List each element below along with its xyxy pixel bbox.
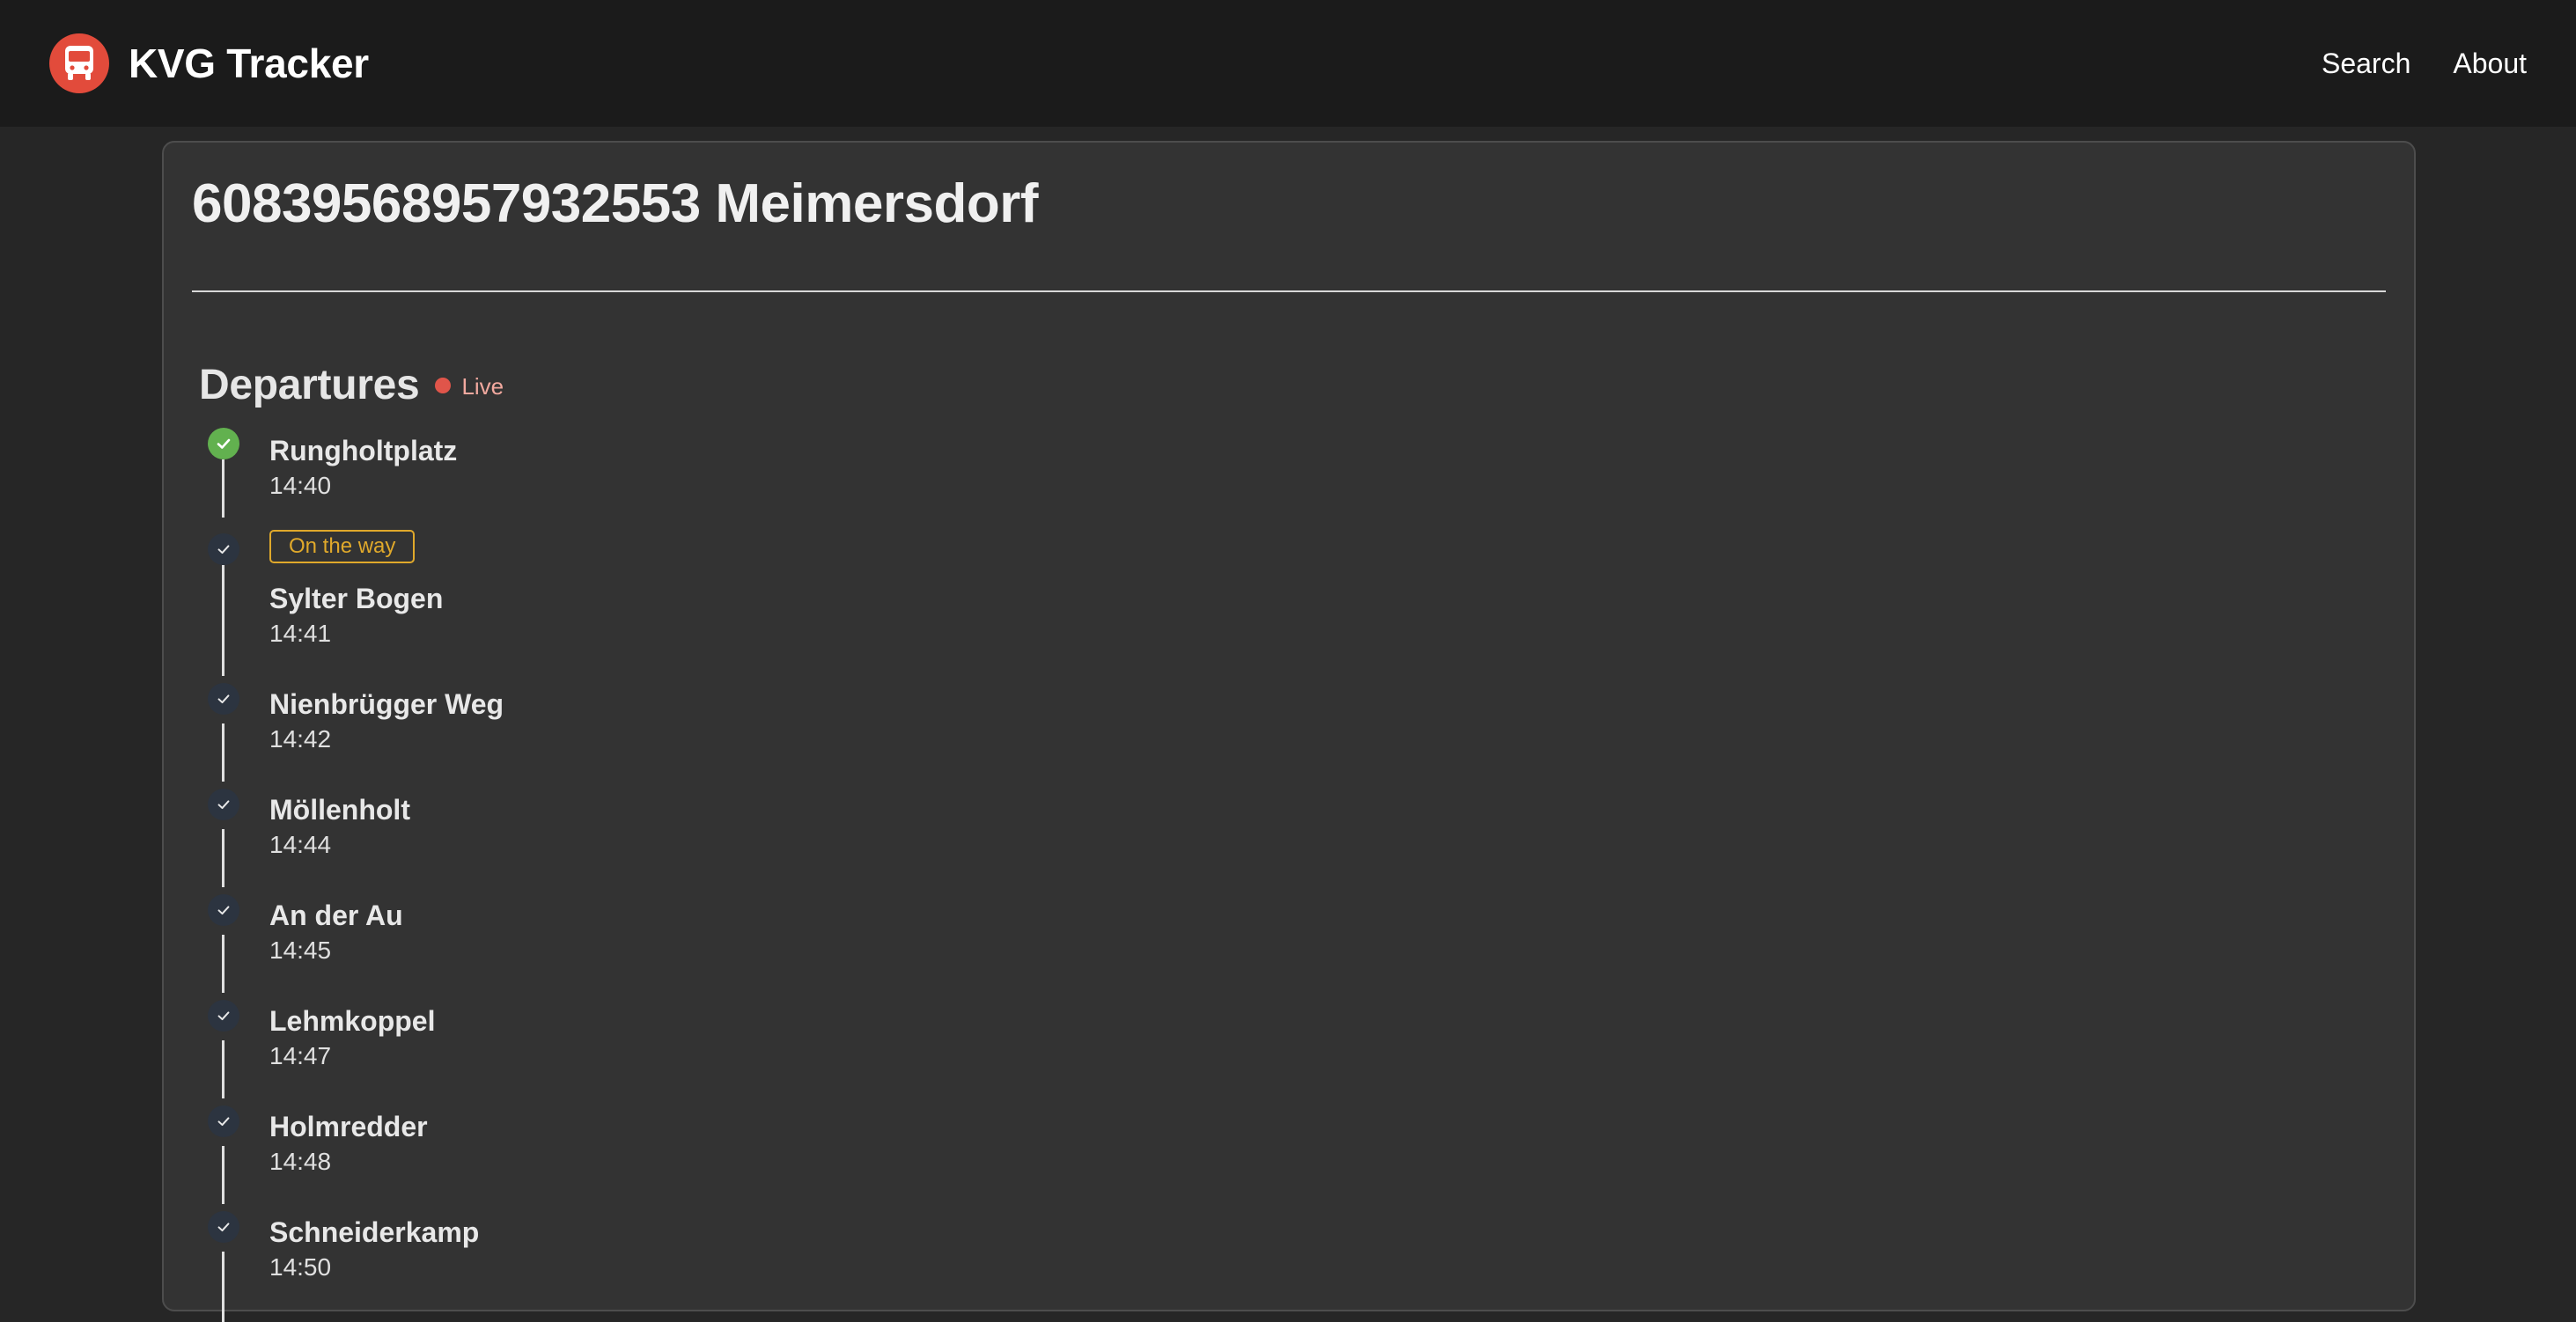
stop-time: 14:45 <box>269 936 332 964</box>
stop-name: Sylter Bogen <box>269 583 444 614</box>
departures-header: Departures Live <box>199 361 504 409</box>
stop-name: An der Au <box>269 900 403 931</box>
timeline-line <box>222 1146 224 1204</box>
nav-about-link[interactable]: About <box>2453 48 2527 80</box>
brand-title[interactable]: KVG Tracker <box>129 40 369 87</box>
stop-time: 14:40 <box>269 472 332 499</box>
departures-title: Departures <box>199 362 420 408</box>
nav-search-link[interactable]: Search <box>2322 48 2410 80</box>
top-navbar: KVG Tracker Search About <box>0 0 2576 127</box>
stop-name: Schneiderkamp <box>269 1216 480 1248</box>
live-label: Live <box>461 373 504 400</box>
timeline-line <box>222 829 224 887</box>
nav-links: Search About <box>2322 48 2527 80</box>
timeline-line <box>222 723 224 782</box>
stop-name: Holmredder <box>269 1111 428 1142</box>
timeline-line <box>222 1040 224 1098</box>
stop-name: Nienbrügger Weg <box>269 688 504 720</box>
check-icon <box>208 1211 239 1243</box>
on-the-way-badge: On the way <box>269 530 416 563</box>
bus-icon[interactable] <box>49 33 109 93</box>
stop-time: 14:41 <box>269 620 332 647</box>
page-title: 60839568957932553 Meimersdorf <box>192 173 1039 234</box>
stop-time: 14:44 <box>269 831 332 858</box>
check-circle-icon <box>208 428 239 459</box>
title-divider <box>192 290 2386 292</box>
stop-time: 14:47 <box>269 1042 332 1069</box>
stop-time: 14:48 <box>269 1148 332 1175</box>
timeline-line <box>222 935 224 993</box>
timeline-line <box>222 1252 224 1322</box>
check-icon <box>208 789 239 820</box>
check-icon <box>208 894 239 926</box>
stop-time: 14:50 <box>269 1253 332 1281</box>
stop-time: 14:42 <box>269 725 332 753</box>
stop-card: 60839568957932553 Meimersdorf Departures… <box>162 141 2416 1322</box>
timeline-line <box>222 459 224 518</box>
stop-name: Möllenholt <box>269 794 410 826</box>
stop-name: Lehmkoppel <box>269 1005 436 1037</box>
check-icon <box>208 1000 239 1032</box>
check-icon <box>208 1105 239 1137</box>
check-icon <box>208 683 239 715</box>
stop-name: Rungholtplatz <box>269 435 458 466</box>
check-icon <box>208 533 239 565</box>
timeline-line <box>222 565 224 676</box>
live-indicator-dot <box>435 377 452 393</box>
